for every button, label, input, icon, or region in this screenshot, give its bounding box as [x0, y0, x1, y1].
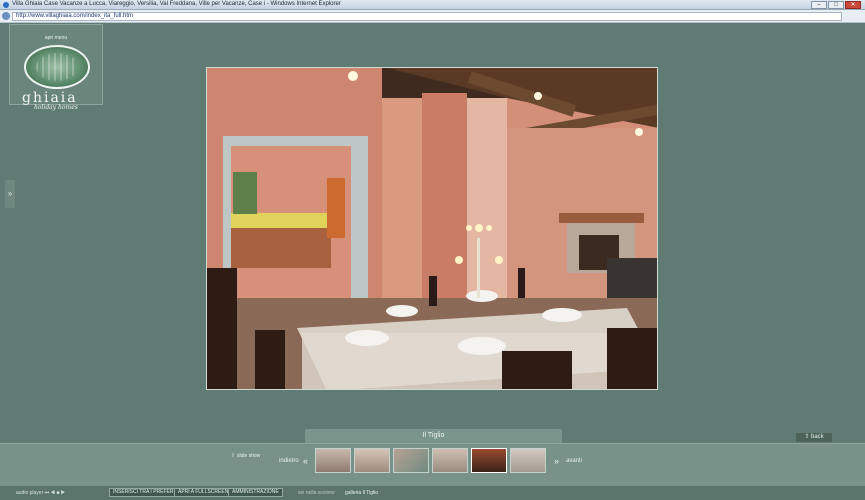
breadcrumb-prefix: sei nella sezione — [298, 490, 335, 496]
add-to-favorites-button[interactable]: INSERISCI TRA I PREFERITI — [109, 488, 184, 497]
gallery-main-photo — [206, 67, 658, 390]
back-button[interactable]: ⇧ back — [796, 433, 832, 442]
back-label: back — [811, 434, 824, 440]
chevron-left-icon[interactable]: « — [303, 456, 308, 466]
gallery-thumbnail-active[interactable] — [471, 448, 507, 473]
gallery-thumbnail[interactable] — [315, 448, 351, 473]
slideshow-label: slide show — [236, 453, 261, 459]
dining-room-photo — [207, 68, 657, 389]
thumbnail-strip — [315, 448, 546, 473]
previous-link[interactable]: indietro — [279, 458, 299, 464]
gallery-title-tab: Il Tiglio — [305, 429, 562, 443]
url-field[interactable]: http://www.villaghiaia.com/index_ita_ful… — [12, 12, 842, 21]
window-titlebar: Villa Ghiaia Case Vacanze a Lucca, Viare… — [0, 0, 865, 10]
brand-tagline: holiday homes — [34, 104, 78, 111]
audio-controls-icon[interactable]: ⏮ ◀ ■ ▶ — [45, 490, 66, 496]
gallery-thumbnail[interactable] — [510, 448, 546, 473]
next-link[interactable]: avanti — [566, 458, 582, 464]
gallery-thumbnail-bar: ı slide show indietro « » avanti — [0, 443, 865, 486]
villa-emblem-logo[interactable] — [24, 45, 90, 89]
double-chevron-right-icon[interactable]: » — [5, 180, 15, 208]
audio-player-label: audio player — [16, 490, 44, 496]
gallery-thumbnail[interactable] — [354, 448, 390, 473]
address-bar: http://www.villaghiaia.com/index_ita_ful… — [0, 10, 865, 23]
close-button[interactable]: ✕ — [845, 1, 861, 9]
open-menu-link[interactable]: apri menu — [10, 35, 102, 41]
admin-button[interactable]: AMMINISTRAZIONE — [228, 488, 283, 497]
footer-bar: audio player ⏮ ◀ ■ ▶ INSERISCI TRA I PRE… — [0, 486, 865, 500]
gallery-thumbnail[interactable] — [432, 448, 468, 473]
back-nav-icon[interactable] — [2, 12, 10, 20]
internet-explorer-icon — [3, 2, 9, 8]
maximize-button[interactable]: □ — [828, 1, 844, 9]
play-icon: ı — [232, 452, 234, 459]
gallery-thumbnail[interactable] — [393, 448, 429, 473]
slideshow-button[interactable]: ı slide show — [232, 452, 260, 459]
minimize-button[interactable]: – — [811, 1, 827, 9]
audio-player: audio player ⏮ ◀ ■ ▶ — [16, 490, 65, 496]
fullscreen-button[interactable]: APRI A FULLSCREEN — [174, 488, 233, 497]
site-page: apri menu ghiaia holiday homes » Il Tigl… — [0, 23, 865, 500]
breadcrumb-current: galleria Il Tiglio — [345, 490, 379, 496]
double-chevron-up-icon: ⇧ — [804, 434, 811, 440]
chevron-right-icon[interactable]: » — [554, 456, 559, 466]
logo-panel: apri menu ghiaia holiday homes — [9, 24, 103, 111]
window-controls: – □ ✕ — [811, 1, 861, 9]
window-title: Villa Ghiaia Case Vacanze a Lucca, Viare… — [12, 1, 341, 7]
